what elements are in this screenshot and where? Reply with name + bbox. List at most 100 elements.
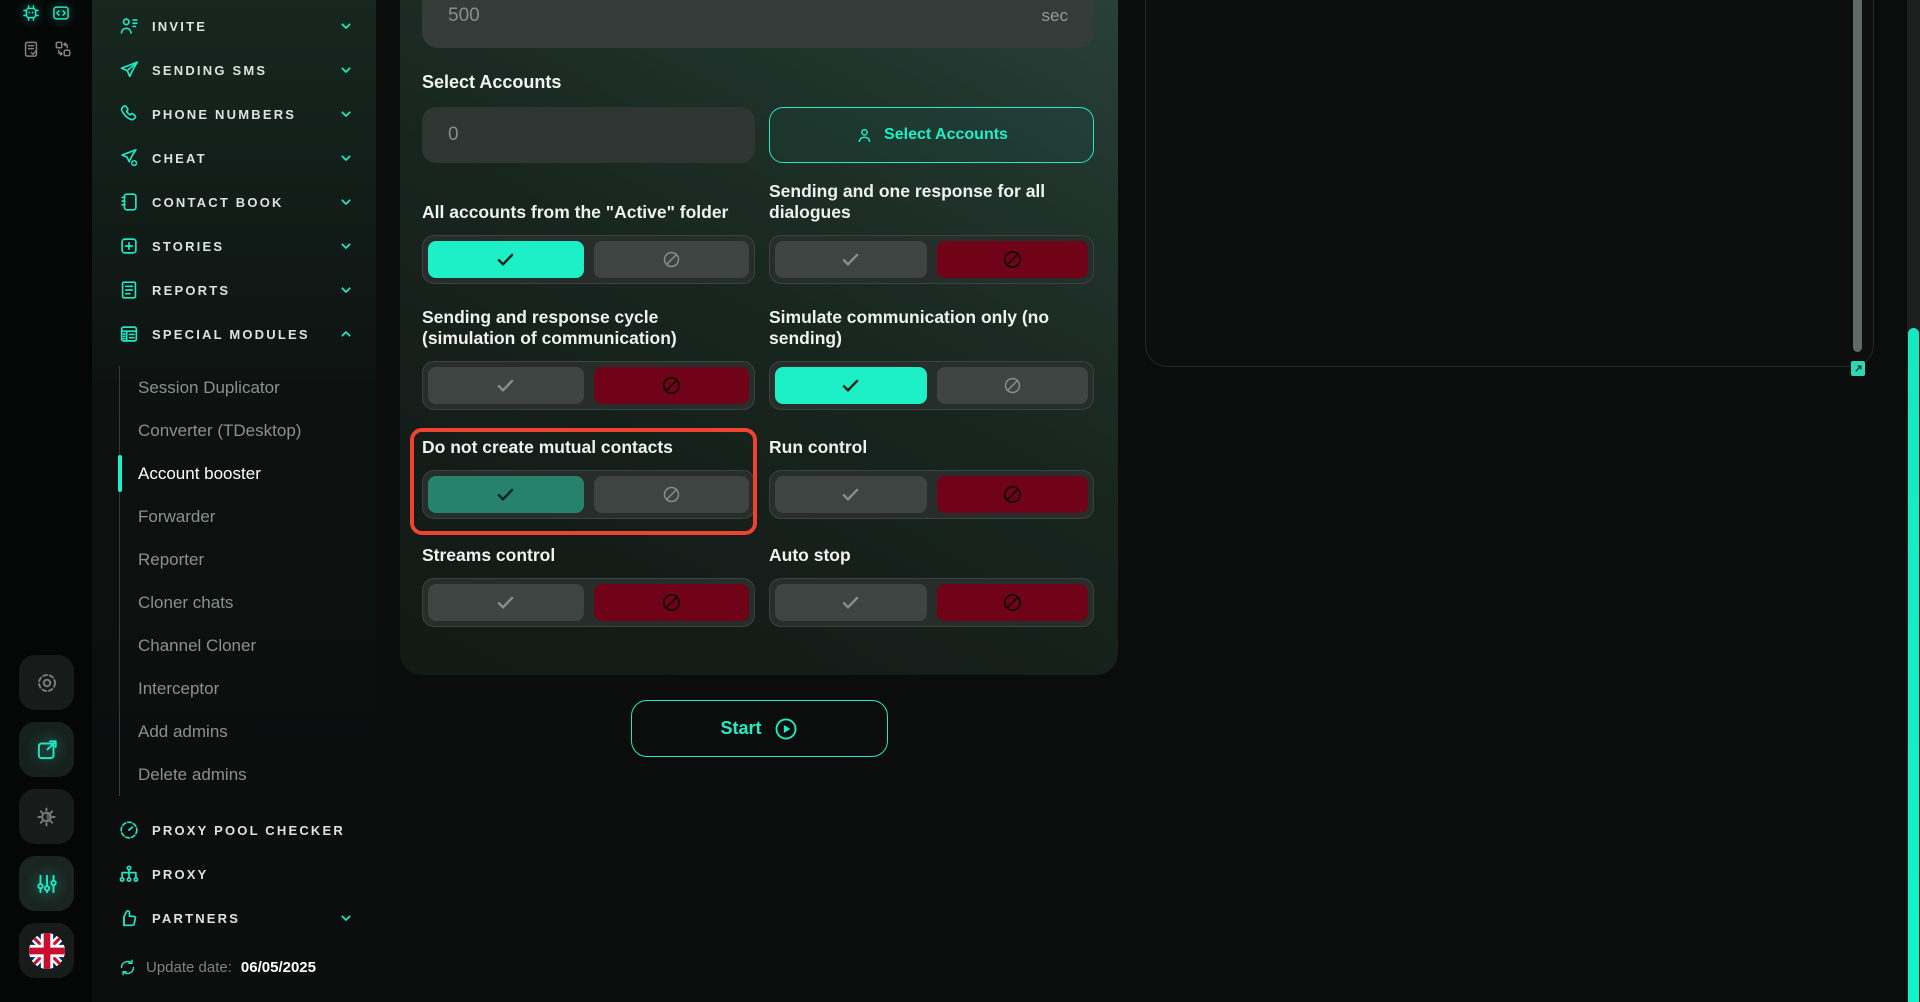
toggle-no-button[interactable] [594,584,750,621]
sidebar-bottom-menu: PROXY POOL CHECKER PROXY PARTNERS [92,808,376,940]
thumbs-up-icon [118,907,140,929]
toggle-no-button[interactable] [594,476,750,513]
sidebar-item-label: PHONE NUMBERS [152,107,296,122]
icon-rail [0,0,92,1002]
chevron-down-icon [338,106,354,122]
toggle-group-simulate-communication-only-no-sending [769,361,1094,410]
start-button-label: Start [720,718,761,739]
toggle-yes-button[interactable] [428,584,584,621]
sidebar-item-cheat[interactable]: CHEAT [92,136,376,180]
sidebar-item-label: CHEAT [152,151,207,166]
sidebar-item-proxy-pool-checker[interactable]: PROXY POOL CHECKER [92,808,376,852]
stories-icon [118,235,140,257]
sidebar-item-label: SENDING SMS [152,63,267,78]
chevron-down-icon [338,194,354,210]
settings-button[interactable] [19,655,74,710]
submenu-item-session-duplicator[interactable]: Session Duplicator [120,366,376,409]
sidebar-item-label: PARTNERS [152,911,240,926]
toggle-no-button[interactable] [594,367,750,404]
toggle-group-all-accounts-from-the-active-folder [422,235,755,284]
toggle-yes-button[interactable] [775,241,927,278]
reports-icon [118,279,140,301]
submenu-item-interceptor[interactable]: Interceptor [120,667,376,710]
submenu-item-delete-admins[interactable]: Delete admins [120,753,376,796]
invite-icon [118,15,140,37]
app-window: INVITE SENDING SMS PHONE NUMBERS CHEAT CONTA… [0,0,1920,1002]
submenu-item-converter-tdesktop[interactable]: Converter (TDesktop) [120,409,376,452]
clipboard-check-icon[interactable] [21,39,41,59]
toggle-no-button[interactable] [937,241,1089,278]
submenu-item-add-admins[interactable]: Add admins [120,710,376,753]
chevron-down-icon [338,910,354,926]
panel-scrollbar-thumb[interactable] [1853,0,1862,352]
gauge-icon [118,819,140,841]
sidebar-item-partners[interactable]: PARTNERS [92,896,376,940]
language-flag-button[interactable] [19,923,74,978]
submenu-item-account-booster[interactable]: Account booster [120,452,376,495]
sidebar-item-stories[interactable]: STORIES [92,224,376,268]
sidebar-item-sending-sms[interactable]: SENDING SMS [92,48,376,92]
sidebar-item-label: CONTACT BOOK [152,195,284,210]
toggle-group-streams-control [422,578,755,627]
toggle-group-sending-and-response-cycle-simulation-of-communication [422,361,755,410]
update-date-row: Update date: 06/05/2025 [92,958,376,977]
toggle-no-button[interactable] [594,241,750,278]
interval-input[interactable] [422,0,1094,48]
toggle-yes-button[interactable] [428,241,584,278]
submenu-item-reporter[interactable]: Reporter [120,538,376,581]
theme-toggle-button[interactable] [19,789,74,844]
toggle-label: Do not create mutual contacts [422,437,755,458]
plane-icon [118,59,140,81]
sidebar-item-label: PROXY POOL CHECKER [152,823,345,838]
external-link-button[interactable] [19,722,74,777]
page-scrollbar-track[interactable] [1907,0,1920,1002]
toggle-label: Simulate communication only (no sending) [769,307,1094,349]
submenu-item-channel-cloner[interactable]: Channel Cloner [120,624,376,667]
toggle-no-button[interactable] [937,476,1089,513]
toggle-yes-button[interactable] [775,367,927,404]
resize-handle[interactable] [1851,361,1865,376]
chevron-down-icon [338,62,354,78]
sidebar-item-label: STORIES [152,239,224,254]
play-icon [773,716,799,742]
sidebar-item-reports[interactable]: REPORTS [92,268,376,312]
refresh-icon[interactable] [118,958,137,977]
toggle-group-do-not-create-mutual-contacts [422,470,755,519]
network-icon [118,863,140,885]
page-scrollbar-thumb[interactable] [1908,328,1919,1002]
toggle-no-button[interactable] [937,584,1089,621]
toggle-yes-button[interactable] [428,476,584,513]
submenu-item-forwarder[interactable]: Forwarder [120,495,376,538]
sidebar-item-label: SPECIAL MODULES [152,327,310,342]
interval-field-wrap: sec [422,0,1094,48]
sidebar-item-invite[interactable]: INVITE [92,4,376,48]
special-modules-submenu: Session DuplicatorConverter (TDesktop)Ac… [119,366,376,796]
sidebar-item-phone-numbers[interactable]: PHONE NUMBERS [92,92,376,136]
toggle-group-sending-and-one-response-for-all-dialogues [769,235,1094,284]
sidebar-item-proxy[interactable]: PROXY [92,852,376,896]
chevron-down-icon [338,150,354,166]
code-icon[interactable] [51,3,71,23]
sliders-button[interactable] [19,856,74,911]
user-icon [855,126,874,145]
sidebar-item-label: REPORTS [152,283,230,298]
toggle-label: All accounts from the "Active" folder [422,202,755,223]
select-accounts-button[interactable]: Select Accounts [769,107,1094,163]
bot-icon[interactable] [21,3,41,23]
accounts-count-input[interactable] [422,107,755,163]
start-button[interactable]: Start [631,700,888,757]
chevron-down-icon [338,282,354,298]
toggle-yes-button[interactable] [775,584,927,621]
sidebar-item-contact-book[interactable]: CONTACT BOOK [92,180,376,224]
right-result-panel [1145,0,1874,367]
toggle-label: Streams control [422,545,755,566]
sidebar-item-label: INVITE [152,19,207,34]
account-booster-form-panel: sec Select Accounts Select Accounts All … [400,0,1118,675]
toggle-yes-button[interactable] [775,476,927,513]
toggle-no-button[interactable] [937,367,1089,404]
sidebar-item-special-modules[interactable]: SPECIAL MODULES [92,312,376,356]
toggle-yes-button[interactable] [428,367,584,404]
submenu-item-cloner-chats[interactable]: Cloner chats [120,581,376,624]
swap-icon[interactable] [53,39,73,59]
contact-book-icon [118,191,140,213]
